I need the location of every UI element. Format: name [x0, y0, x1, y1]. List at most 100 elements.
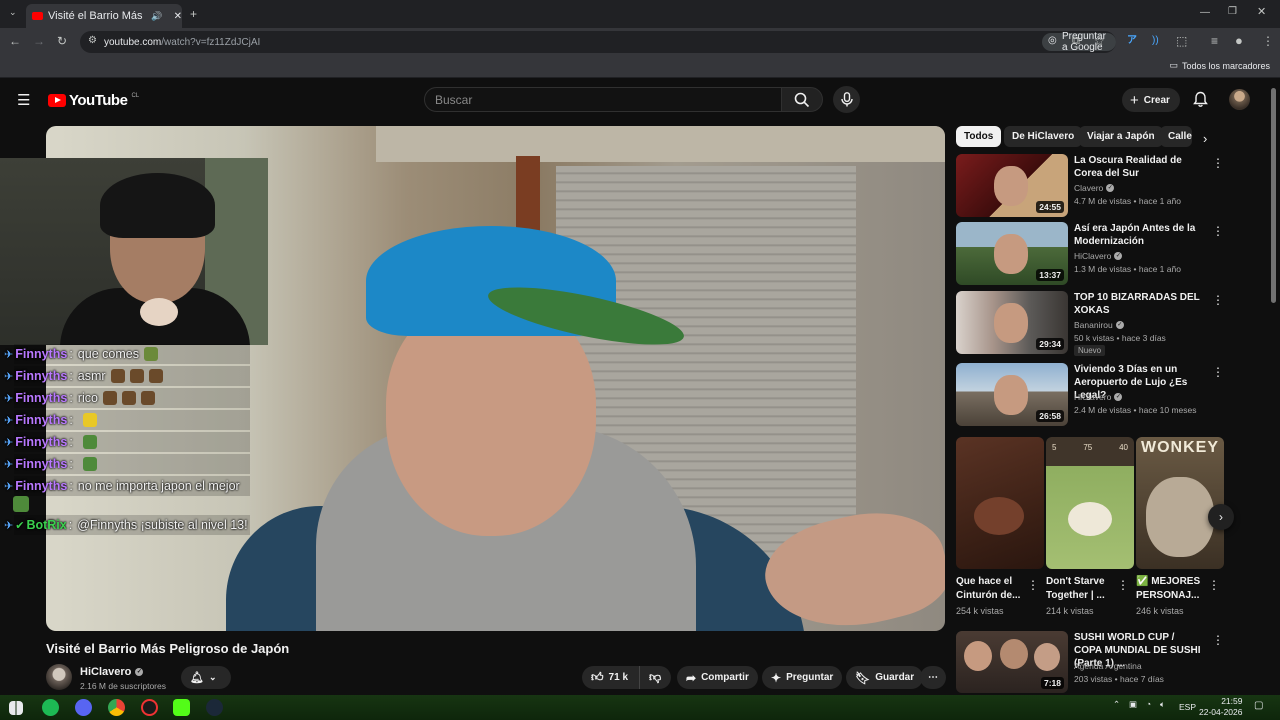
wifi-icon[interactable]: ◔: [1146, 699, 1151, 709]
more-vert-icon[interactable]: ⋮: [1212, 224, 1224, 238]
health-stat: 75: [1083, 443, 1093, 452]
ask-label: Preguntar: [786, 672, 834, 683]
chat-message: ✈ Finnyths:: [4, 454, 97, 474]
reload-icon[interactable]: ↻: [57, 35, 67, 47]
more-vert-icon[interactable]: ⋮: [1208, 578, 1220, 592]
language-indicator[interactable]: ESP: [1179, 702, 1196, 712]
create-button[interactable]: + Crear: [1122, 88, 1180, 112]
channel-avatar[interactable]: [46, 664, 72, 690]
recommendation-meta: 50 k vistas • hace 3 días: [1074, 333, 1166, 343]
share-button[interactable]: ➦ Compartir: [677, 666, 758, 689]
search-button[interactable]: [781, 87, 823, 112]
ask-button[interactable]: ✦ Preguntar: [762, 666, 843, 689]
youtube-favicon-icon: [32, 12, 43, 20]
minimize-icon[interactable]: —: [1200, 8, 1210, 18]
back-icon[interactable]: ←: [9, 35, 21, 47]
recommendation-meta: 203 vistas • hace 7 días: [1074, 674, 1164, 684]
shelf-title[interactable]: ✅ MEJORES PERSONAJ...: [1136, 575, 1206, 603]
hamburger-menu-icon[interactable]: ☰: [17, 91, 30, 109]
translate-extension-icon[interactable]: ア: [1127, 36, 1137, 46]
cast-icon[interactable]: ⧉: [1072, 36, 1080, 47]
recommendation-item[interactable]: 29:34 TOP 10 BIZARRADAS DEL XOKAS Bananiro…: [956, 291, 1224, 356]
discord-icon[interactable]: [75, 699, 92, 716]
recommendation-item[interactable]: 13:37 Así era Japón Antes de la Moderniza…: [956, 222, 1224, 286]
new-tab-icon[interactable]: +: [190, 8, 197, 20]
chip-calle[interactable]: Calle: [1160, 126, 1192, 147]
page-scrollbar[interactable]: [1271, 88, 1276, 303]
shelf-thumbnail[interactable]: 5 75 40: [1046, 437, 1134, 569]
volume-icon[interactable]: 🔈︎: [1160, 699, 1165, 710]
all-bookmarks-button[interactable]: ▭ Todos los marcadores: [1169, 60, 1270, 71]
shelf-next-button[interactable]: ›: [1208, 504, 1234, 530]
shelf-thumbnail[interactable]: [956, 437, 1044, 569]
recommendation-thumbnail: 7:18: [956, 631, 1068, 693]
obs-icon[interactable]: [141, 699, 158, 716]
audio-extension-icon[interactable]: )): [1152, 36, 1159, 46]
media-control-icon[interactable]: ≡: [1211, 35, 1218, 47]
like-button[interactable]: 👍︎ 71 k: [582, 666, 639, 689]
chip-todos[interactable]: Todos: [956, 126, 1002, 147]
chat-username: BotRix: [26, 518, 67, 532]
chrome-icon[interactable]: [108, 699, 125, 716]
more-actions-button[interactable]: ⋯: [920, 666, 946, 689]
tab-search-icon[interactable]: ⌄: [9, 8, 17, 17]
account-avatar[interactable]: [1229, 89, 1250, 110]
steam-icon[interactable]: [206, 699, 223, 716]
more-vert-icon[interactable]: ⋮: [1117, 578, 1129, 592]
chips-next-icon[interactable]: ›: [1203, 131, 1207, 146]
more-vert-icon[interactable]: ⋮: [1212, 365, 1224, 379]
channel-name-link[interactable]: HiClavero ✓: [80, 666, 144, 678]
recommendation-item[interactable]: 24:55 La Oscura Realidad de Corea del Sur…: [956, 154, 1224, 218]
voice-search-button[interactable]: [833, 86, 860, 113]
kick-icon[interactable]: [173, 699, 190, 716]
menu-icon[interactable]: ⋮: [1262, 35, 1274, 47]
taskbar-clock[interactable]: 21:59 22-04-2026: [1199, 696, 1242, 718]
address-bar[interactable]: ⚙ youtube.com/watch?v=fz11ZdJCjAI ◎ Preg…: [80, 31, 1116, 53]
recommendation-channel: HiClavero ✓: [1074, 251, 1123, 261]
chat-badge-icon: ✈: [4, 348, 14, 361]
spotify-icon[interactable]: [42, 699, 59, 716]
channel-name: Bananirou: [1074, 320, 1113, 330]
notification-subscribe-button[interactable]: 🔔︎ ⌄: [181, 666, 231, 689]
shelf-title[interactable]: Que hace el Cinturón de...: [956, 575, 1026, 603]
bookmark-star-icon[interactable]: ☆: [1094, 35, 1105, 47]
chat-badge-icon: ✈: [4, 414, 14, 427]
bookmarks-bar: ▭ Todos los marcadores: [0, 56, 1280, 78]
video-subject: [226, 226, 806, 631]
recommendation-item[interactable]: 7:18 SUSHI WORLD CUP / COPA MUNDIAL DE S…: [956, 631, 1224, 695]
shelf-thumbnail[interactable]: WONKEY: [1136, 437, 1224, 569]
more-vert-icon[interactable]: ⋮: [1212, 293, 1224, 307]
dislike-button[interactable]: 👎︎: [639, 666, 671, 689]
chat-separator: :: [69, 413, 73, 427]
site-info-icon[interactable]: ⚙: [88, 36, 97, 46]
more-vert-icon[interactable]: ⋮: [1212, 156, 1224, 170]
tab-close-icon[interactable]: ✕: [174, 11, 182, 22]
notifications-bell-icon[interactable]: [1193, 91, 1208, 108]
chat-badge-icon: ✈: [4, 436, 14, 449]
chip-viajar-a-japon[interactable]: Viajar a Japón: [1079, 126, 1163, 147]
plus-icon: +: [1130, 91, 1139, 109]
recommendation-channel: Agenda Argentina: [1074, 661, 1142, 671]
window-close-icon[interactable]: ✕: [1257, 7, 1266, 18]
channel-name: HiClavero: [80, 666, 132, 678]
windows-start-icon[interactable]: [9, 701, 23, 715]
more-vert-icon[interactable]: ⋮: [1212, 633, 1224, 647]
tab-audio-icon[interactable]: 🔊: [151, 11, 162, 22]
recommendation-item[interactable]: 26:58 Viviendo 3 Días en un Aeropuerto de…: [956, 363, 1224, 427]
profile-icon[interactable]: ●: [1235, 34, 1243, 47]
chat-separator: :: [68, 518, 73, 532]
shelf-title[interactable]: Don't Starve Together | ...: [1046, 575, 1116, 603]
forward-icon[interactable]: →: [33, 35, 45, 47]
extensions-icon[interactable]: ⬚: [1176, 35, 1187, 47]
tray-app-icon[interactable]: ▣: [1129, 699, 1137, 710]
maximize-icon[interactable]: ❐: [1228, 7, 1237, 17]
search-icon: [794, 92, 810, 107]
youtube-logo[interactable]: YouTube CL: [48, 92, 139, 109]
tray-arrow-icon[interactable]: ⌃: [1113, 699, 1120, 710]
notifications-icon[interactable]: ▢: [1254, 700, 1263, 711]
more-vert-icon[interactable]: ⋮: [1027, 578, 1039, 592]
chip-de-hiclavero[interactable]: De HiClavero: [1004, 126, 1083, 147]
save-button[interactable]: 🔖︎ Guardar: [846, 666, 924, 689]
search-input[interactable]: Buscar: [424, 87, 782, 112]
browser-tab-active[interactable]: Visité el Barrio Más Peligroso de Japón …: [26, 4, 182, 28]
